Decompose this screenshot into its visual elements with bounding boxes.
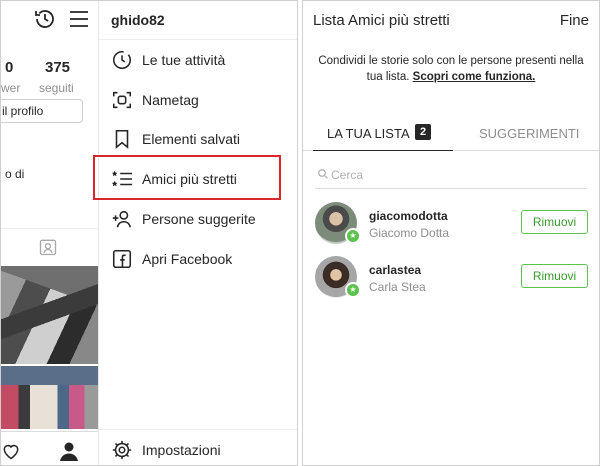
- menu-divider: [99, 39, 297, 40]
- hamburger-menu-icon[interactable]: [67, 7, 91, 31]
- list-count-badge: 2: [415, 124, 431, 140]
- close-friends-list-icon: [111, 170, 133, 187]
- history-icon[interactable]: [33, 7, 57, 31]
- edit-profile-button[interactable]: il profilo: [1, 99, 83, 123]
- search-input[interactable]: [331, 164, 581, 186]
- remove-button[interactable]: Rimuovi: [521, 264, 588, 288]
- menu-item-label: Apri Facebook: [142, 251, 233, 267]
- search-bar: [315, 161, 587, 189]
- tab-your-list[interactable]: LA TUA LISTA 2: [313, 117, 453, 151]
- menu-divider: [99, 429, 297, 430]
- menu-username: ghido82: [111, 12, 165, 28]
- list-item: ★ carlastea Carla Stea Rimuovi: [303, 256, 599, 304]
- facebook-icon: [112, 249, 132, 269]
- close-friends-description: Condividi le storie solo con le persone …: [317, 53, 585, 85]
- page-title: Lista Amici più stretti: [313, 12, 450, 29]
- menu-item-nametag[interactable]: Nametag: [99, 81, 297, 121]
- profile-photo-thumbnail[interactable]: [1, 366, 98, 429]
- remove-button[interactable]: Rimuovi: [521, 210, 588, 234]
- menu-item-open-facebook[interactable]: Apri Facebook: [99, 240, 297, 280]
- menu-item-label: Persone suggerite: [142, 211, 256, 227]
- menu-item-label: Nametag: [142, 92, 199, 108]
- tab-label: SUGGERIMENTI: [479, 126, 580, 141]
- bottom-nav-bar: [1, 431, 98, 465]
- following-label: seguiti: [39, 81, 74, 95]
- profile-tab-row: [1, 228, 98, 266]
- menu-item-label: Impostazioni: [142, 442, 221, 458]
- followers-label: wer: [1, 81, 21, 95]
- menu-item-label: Elementi salvati: [142, 131, 241, 147]
- tagged-icon[interactable]: [38, 237, 58, 257]
- menu-item-saved[interactable]: Elementi salvati: [99, 120, 297, 160]
- menu-item-activity[interactable]: Le tue attività: [99, 41, 297, 81]
- profile-photo-thumbnail[interactable]: [1, 266, 98, 364]
- tab-label: LA TUA LISTA: [327, 126, 410, 141]
- bookmark-icon: [115, 129, 129, 149]
- add-person-icon: [112, 210, 132, 228]
- profile-top-icons: [31, 7, 97, 33]
- activity-clock-icon: [112, 50, 132, 70]
- friend-username[interactable]: giacomodotta: [369, 209, 448, 223]
- settings-gear-icon: [112, 440, 132, 460]
- close-friend-star-icon: ★: [345, 282, 361, 298]
- close-friend-star-icon: ★: [345, 228, 361, 244]
- menu-item-label: Amici più stretti: [142, 171, 237, 187]
- list-tabs: LA TUA LISTA 2 SUGGERIMENTI: [303, 117, 599, 151]
- done-button[interactable]: Fine: [560, 12, 589, 29]
- nametag-scan-icon: [112, 91, 132, 109]
- search-icon: [318, 169, 328, 179]
- menu-item-label: Le tue attività: [142, 52, 226, 68]
- friend-full-name: Giacomo Dotta: [369, 226, 450, 240]
- heart-icon[interactable]: [1, 441, 21, 461]
- right-phone-screen: Lista Amici più stretti Fine Condividi l…: [302, 0, 600, 466]
- screenshot-stage: 0 wer 375 seguiti il profilo o di ghido8…: [0, 0, 600, 466]
- menu-item-close-friends[interactable]: Amici più stretti: [99, 160, 297, 200]
- menu-item-suggested-people[interactable]: Persone suggerite: [99, 200, 297, 240]
- following-count[interactable]: 375: [45, 59, 70, 76]
- tab-suggestions[interactable]: SUGGERIMENTI: [453, 117, 599, 151]
- menu-item-settings[interactable]: Impostazioni: [99, 431, 297, 465]
- profile-icon[interactable]: [57, 439, 81, 463]
- learn-more-link[interactable]: Scopri come funziona.: [413, 71, 536, 83]
- friend-username[interactable]: carlastea: [369, 263, 421, 277]
- side-menu-panel: ghido82 Le tue attività Nametag Elementi…: [99, 1, 297, 465]
- friend-full-name: Carla Stea: [369, 280, 426, 294]
- bio-text: o di: [5, 167, 25, 181]
- profile-background: 0 wer 375 seguiti il profilo o di: [1, 1, 99, 465]
- left-phone-screen: 0 wer 375 seguiti il profilo o di ghido8…: [0, 0, 298, 466]
- list-item: ★ giacomodotta Giacomo Dotta Rimuovi: [303, 202, 599, 250]
- followers-count[interactable]: 0: [5, 59, 13, 76]
